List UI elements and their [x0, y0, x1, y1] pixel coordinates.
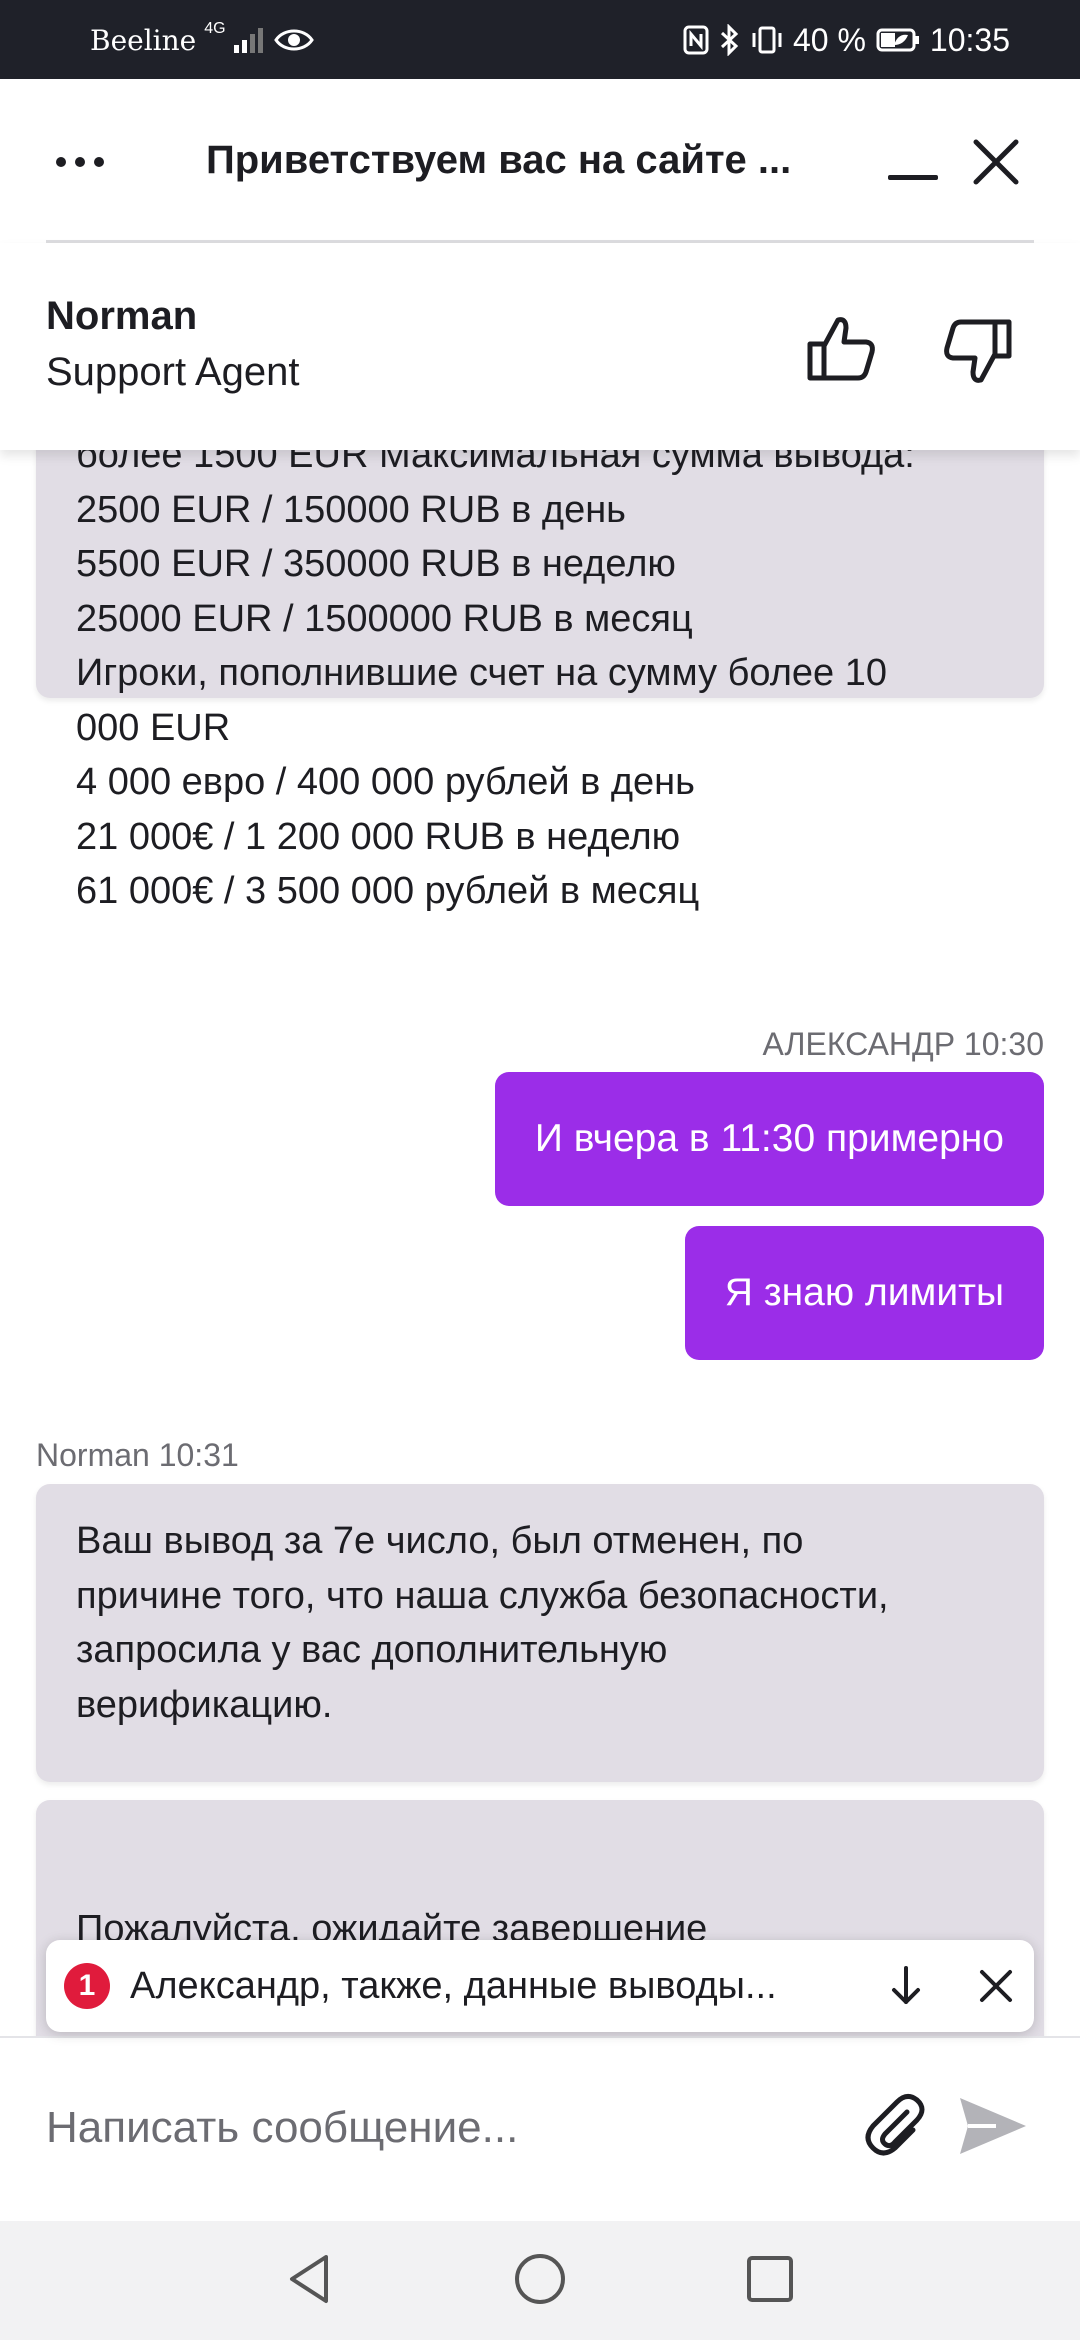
chat-title: Приветствуем вас на сайте ... [206, 138, 792, 182]
paperclip-icon[interactable] [855, 2086, 935, 2166]
user-message: И вчера в 11:30 примерно [494, 1072, 1044, 1206]
vibrate-icon [752, 26, 782, 54]
signal-icon [233, 28, 263, 53]
status-right: 40 % 10:35 [683, 20, 1010, 60]
eye-icon [273, 29, 314, 51]
agent-name: Norman [46, 294, 198, 338]
network-type: 4G [204, 20, 226, 37]
message-line: 5500 EUR / 350000 RUB в неделю [76, 543, 676, 585]
agent-info-bar: Norman Support Agent [0, 243, 1080, 450]
message-line: 4 000 евро / 400 000 рублей в день [76, 761, 695, 803]
battery-percent: 40 % [792, 21, 866, 58]
banner-preview-text[interactable]: Александр, также, данные выводы... [130, 1958, 910, 2014]
menu-dots-icon[interactable] [44, 126, 116, 198]
message-line: запросила у вас дополнительную [76, 1629, 668, 1671]
message-line: причине того, что наша служба безопаснос… [76, 1574, 889, 1617]
message-meta: АЛЕКСАНДР 10:30 [762, 1026, 1044, 1062]
agent-role: Support Agent [46, 350, 300, 394]
message-line: Ваш вывод за 7е число, был отменен, по [76, 1520, 804, 1562]
bluetooth-icon [720, 24, 739, 56]
clock: 10:35 [929, 21, 1010, 58]
new-message-banner[interactable]: 1 Александр, также, данные выводы... [46, 1940, 1034, 2032]
message-line: 21 000€ / 1 200 000 RUB в неделю [76, 815, 681, 858]
message-input[interactable] [46, 2088, 826, 2168]
message-line: 61 000€ / 3 500 000 рублей в месяц [76, 870, 700, 912]
unread-count-badge: 1 [64, 1963, 110, 2009]
chat-messages[interactable]: более 1500 EUR Максимальная сумма вывода… [0, 450, 1080, 2036]
message-line: верификацию. [76, 1683, 333, 1726]
send-icon[interactable] [952, 2086, 1032, 2166]
message-line: 000 EUR [76, 706, 231, 749]
thumbs-down-icon[interactable] [935, 308, 1019, 392]
battery-icon [876, 28, 919, 52]
message-composer [0, 2036, 1080, 2221]
message-meta: Norman 10:31 [36, 1437, 239, 1473]
message-line: 25000 EUR / 1500000 RUB в месяц [76, 597, 693, 640]
minimize-icon[interactable] [880, 130, 950, 200]
arrow-down-icon[interactable] [878, 1958, 934, 2014]
message-line: 2500 EUR / 150000 RUB в день [76, 488, 626, 531]
thumbs-up-icon[interactable] [800, 308, 884, 392]
message-line: более 1500 EUR Максимальная сумма вывода… [76, 450, 915, 476]
carrier-name: Beeline [90, 23, 197, 57]
status-bar: Beeline 4G 40 % 10:35 [0, 0, 1080, 79]
user-message: Я знаю лимиты [684, 1226, 1044, 1360]
close-icon[interactable] [968, 1958, 1024, 2014]
nav-back-icon[interactable] [280, 2249, 340, 2309]
close-icon[interactable] [960, 126, 1032, 198]
nfc-icon [683, 25, 709, 55]
message-line: Игроки, пополнившие счет на сумму более … [76, 652, 887, 694]
agent-message: Ваш вывод за 7е число, был отменен, по п… [36, 1484, 1044, 1782]
nav-recent-icon[interactable] [740, 2249, 800, 2309]
nav-home-icon[interactable] [510, 2249, 570, 2309]
system-nav-bar [0, 2221, 1080, 2340]
status-left: Beeline 4G [90, 20, 314, 60]
agent-message: более 1500 EUR Максимальная сумма вывода… [36, 450, 1044, 912]
